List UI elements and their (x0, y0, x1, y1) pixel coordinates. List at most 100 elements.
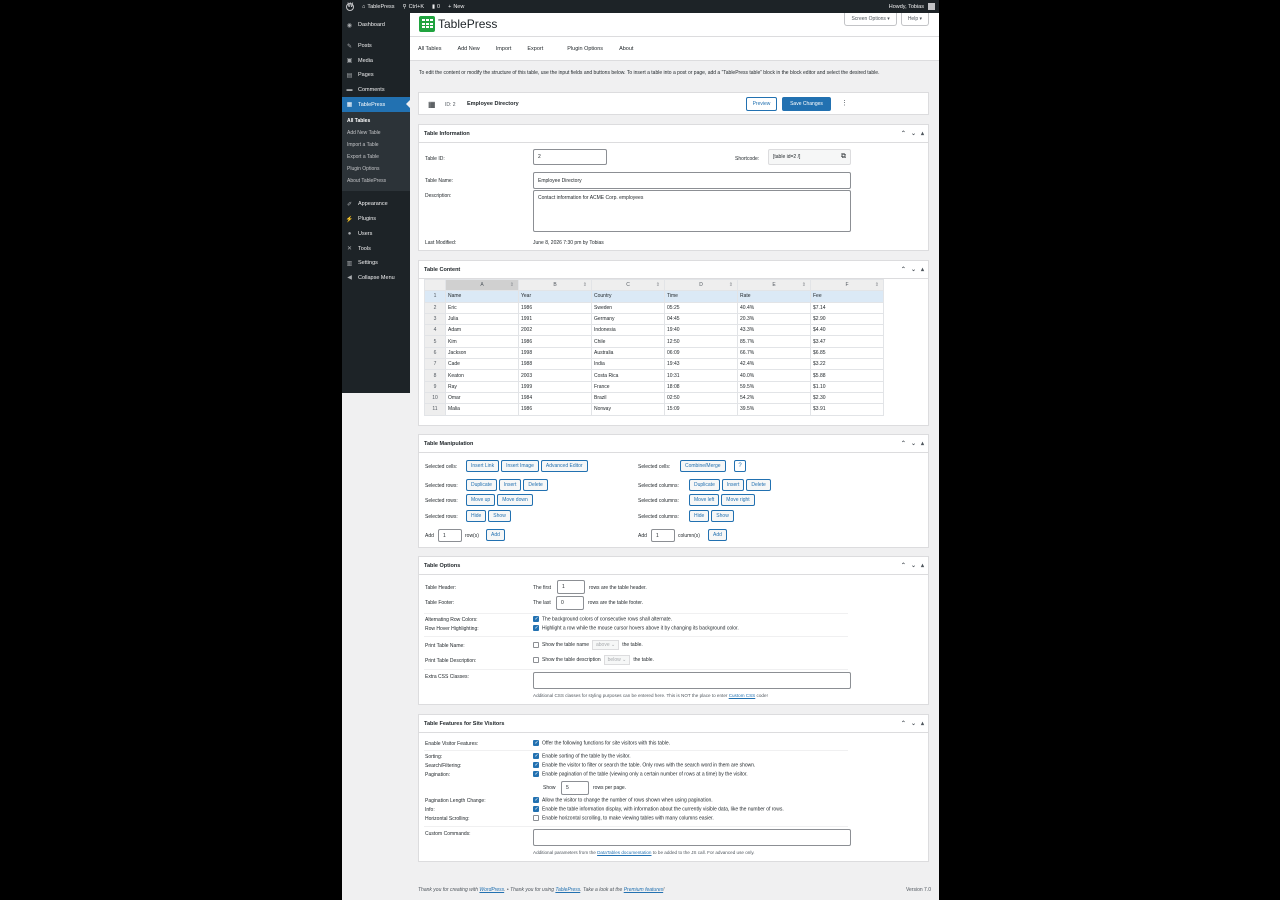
grid-cell[interactable]: $3.22 (810, 358, 884, 371)
toggle-icon[interactable]: ▴ (921, 720, 924, 727)
alternating-colors-option[interactable]: The background colors of consecutive row… (533, 616, 672, 622)
search-option[interactable]: Enable the visitor to filter or search t… (533, 762, 755, 768)
grid-cell[interactable]: $5.88 (810, 369, 884, 382)
submenu-add-new-table[interactable]: Add New Table (342, 127, 410, 139)
grid-cell[interactable]: Eric (445, 301, 519, 314)
grid-cell[interactable]: 54.2% (737, 391, 811, 405)
table-name-input[interactable]: Employee Directory (533, 172, 851, 189)
chevron-down-icon[interactable]: ⌄ (911, 130, 916, 137)
row-number-cell[interactable]: 9 (424, 380, 446, 393)
sort-icon[interactable]: ⇕ (656, 282, 660, 288)
grid-cell[interactable]: Australia (591, 346, 665, 360)
show-rows-button[interactable]: Show (488, 510, 511, 522)
grid-cell[interactable]: Keaton (445, 369, 519, 382)
column-header[interactable]: E ⇕ (737, 278, 811, 292)
grid-cell[interactable]: Norway (591, 403, 665, 416)
print-name-option[interactable]: Show the table name above ⌄ the table. (533, 640, 643, 650)
description-textarea[interactable]: Contact information for ACME Corp. emplo… (533, 190, 851, 232)
chevron-down-icon[interactable]: ⌄ (911, 562, 916, 569)
duplicate-columns-button[interactable]: Duplicate (689, 479, 720, 491)
grid-cell[interactable]: 66.7% (737, 346, 811, 360)
grid-cell[interactable]: 1991 (518, 312, 592, 326)
info-option[interactable]: Enable the table information display, wi… (533, 806, 784, 812)
grid-cell[interactable]: Year (518, 290, 592, 303)
print-description-option[interactable]: Show the table description below ⌄ the tab… (533, 655, 654, 665)
grid-cell[interactable]: $3.47 (810, 335, 884, 348)
insert-image-button[interactable]: Insert Image (501, 460, 539, 472)
grid-cell[interactable]: 43.3% (737, 324, 811, 337)
tablepress-link[interactable]: TablePress (555, 887, 580, 893)
datatables-docs-link[interactable]: DataTables documentation (597, 850, 651, 855)
sorting-checkbox[interactable] (533, 753, 539, 759)
info-checkbox[interactable] (533, 806, 539, 812)
tab-export[interactable]: Export (527, 46, 551, 52)
grid-cell[interactable]: Cade (445, 358, 519, 371)
account-menu[interactable]: Howdy, Tobias (885, 0, 939, 13)
tab-plugin-options[interactable]: Plugin Options (567, 46, 611, 52)
grid-cell[interactable]: $4.40 (810, 324, 884, 337)
add-rows-input[interactable]: 1 (438, 529, 462, 542)
submenu-about-tablepress[interactable]: About TablePress (342, 175, 410, 187)
help-icon[interactable]: ? (734, 460, 746, 472)
chevron-up-icon[interactable]: ⌃ (901, 720, 906, 727)
tab-add-new[interactable]: Add New (457, 46, 487, 52)
row-number-cell[interactable]: 8 (424, 369, 446, 382)
advanced-editor-button[interactable]: Advanced Editor (540, 460, 588, 472)
grid-cell[interactable]: Costa Rica (591, 369, 665, 382)
submenu-export-table[interactable]: Export a Table (342, 151, 410, 163)
column-header[interactable]: B ⇕ (518, 278, 592, 292)
premium-features-link[interactable]: Premium features (624, 887, 663, 893)
add-columns-input[interactable]: 1 (651, 529, 675, 542)
sorting-option[interactable]: Enable sorting of the table by the visit… (533, 753, 631, 759)
grid-cell[interactable]: Adam (445, 324, 519, 337)
grid-cell[interactable]: Chile (591, 335, 665, 348)
corner-cell[interactable] (424, 278, 446, 292)
move-down-button[interactable]: Move down (497, 494, 533, 506)
add-columns-button[interactable]: Add (708, 529, 727, 541)
horizontal-scrolling-option[interactable]: Enable horizontal scrolling, to make vie… (533, 815, 714, 821)
pagination-checkbox[interactable] (533, 771, 539, 777)
grid-cell[interactable]: 40.0% (737, 369, 811, 382)
grid-cell[interactable]: 20.3% (737, 312, 811, 326)
grid-cell[interactable]: Name (445, 290, 519, 303)
tab-import[interactable]: Import (496, 46, 520, 52)
move-up-button[interactable]: Move up (466, 494, 496, 506)
row-number-cell[interactable]: 1 (424, 290, 446, 303)
insert-link-button[interactable]: Insert Link (466, 460, 500, 472)
print-name-select[interactable]: above ⌄ (591, 640, 620, 650)
grid-cell[interactable]: Germany (591, 312, 665, 326)
help-button[interactable]: Help ▾ (900, 13, 929, 26)
row-hover-option[interactable]: Highlight a row while the mouse cursor h… (533, 625, 739, 631)
toggle-icon[interactable]: ▴ (921, 266, 924, 273)
column-header[interactable]: D ⇕ (664, 278, 738, 292)
search-checkbox[interactable] (533, 762, 539, 768)
add-rows-button[interactable]: Add (486, 529, 505, 541)
grid-cell[interactable]: 06:09 (664, 346, 738, 360)
chevron-down-icon[interactable]: ⌄ (911, 720, 916, 727)
sidebar-item-appearance[interactable]: ✐ Appearance (342, 197, 410, 212)
custom-commands-textarea[interactable] (533, 829, 851, 846)
grid-cell[interactable]: 18:08 (664, 380, 738, 393)
enable-features-option[interactable]: Offer the following functions for site v… (533, 740, 670, 746)
sidebar-item-dashboard[interactable]: ◉ Dashboard (342, 18, 410, 33)
grid-cell[interactable]: 02:50 (664, 391, 738, 405)
hide-rows-button[interactable]: Hide (466, 510, 487, 522)
comments-link[interactable]: ▮ 0 (428, 0, 444, 13)
header-rows-input[interactable]: 1 (557, 580, 585, 594)
alternating-colors-checkbox[interactable] (533, 616, 539, 622)
grid-cell[interactable]: 85.7% (737, 335, 811, 348)
new-content-link[interactable]: + New (444, 0, 468, 13)
column-header[interactable]: F ⇕ (810, 278, 884, 292)
grid-cell[interactable]: Jackson (445, 346, 519, 360)
shortcode-input[interactable]: [table id=2 /] ⧉ (768, 149, 851, 165)
toggle-icon[interactable]: ▴ (921, 130, 924, 137)
grid-cell[interactable]: Brazil (591, 391, 665, 405)
chevron-up-icon[interactable]: ⌃ (901, 266, 906, 273)
sort-icon[interactable]: ⇕ (875, 282, 879, 288)
grid-cell[interactable]: 1998 (518, 346, 592, 360)
table-editor-grid[interactable]: A ⇕ B ⇕ C ⇕ D ⇕ E ⇕ F ⇕ 1 Name Year Country Time Ra… (424, 278, 884, 416)
column-header[interactable]: C ⇕ (591, 278, 665, 292)
sidebar-item-plugins[interactable]: ⚡ Plugins (342, 212, 410, 227)
grid-cell[interactable]: India (591, 358, 665, 371)
wordpress-logo-button[interactable] (342, 0, 358, 13)
